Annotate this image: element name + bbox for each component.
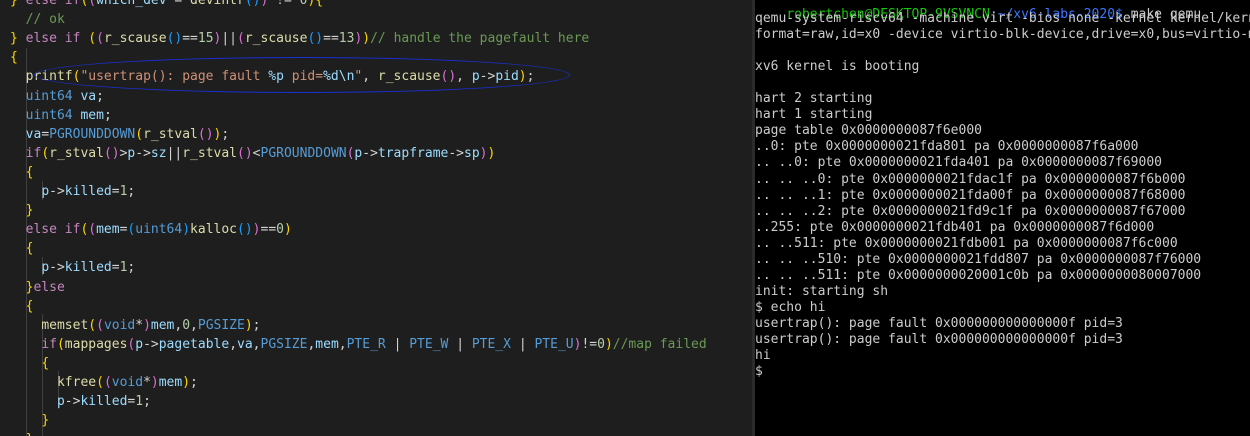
terminal-line: $ bbox=[755, 364, 763, 380]
code-line[interactable]: if(mappages(p->pagetable,va,PGSIZE,mem,P… bbox=[10, 335, 706, 354]
code-line[interactable]: } bbox=[10, 430, 34, 436]
terminal-line: hart 2 starting bbox=[755, 91, 873, 107]
terminal-line: page table 0x0000000087f6e000 bbox=[755, 123, 982, 139]
code-line[interactable]: p->killed=1; bbox=[10, 258, 135, 277]
code-line[interactable]: p->killed=1; bbox=[10, 392, 151, 411]
code-line[interactable]: uint64 va; bbox=[10, 87, 104, 106]
code-editor[interactable]: } else if((which_dev = devintr()) != 0){… bbox=[0, 0, 752, 436]
terminal-pane[interactable]: robertchen@DESKTOP-9VSVNCN:~/xv6-labs-20… bbox=[755, 0, 1250, 436]
code-line[interactable]: { bbox=[10, 163, 34, 182]
code-line[interactable]: va=PGROUNDDOWN(r_stval()); bbox=[10, 125, 230, 144]
code-line[interactable]: }else bbox=[10, 278, 65, 297]
terminal-line: format=raw,id=x0 -device virtio-blk-devi… bbox=[755, 27, 1250, 43]
code-line[interactable]: p->killed=1; bbox=[10, 182, 135, 201]
code-line[interactable]: printf("usertrap(): page fault %p pid=%d… bbox=[10, 67, 535, 86]
code-line[interactable]: { bbox=[10, 354, 49, 373]
terminal-line: xv6 kernel is booting bbox=[755, 59, 920, 75]
terminal-prompt-line: robertchen@DESKTOP-9VSVNCN:~/xv6-labs-20… bbox=[755, 0, 1201, 22]
terminal-line: usertrap(): page fault 0x000000000000000… bbox=[755, 332, 1123, 347]
terminal-line: ..255: pte 0x0000000021fdb401 pa 0x00000… bbox=[755, 219, 1155, 235]
code-line[interactable]: } bbox=[10, 201, 34, 220]
terminal-line: qemu-system-riscv64 -machine virt -bios … bbox=[755, 11, 1250, 26]
code-line[interactable]: memset((void*)mem,0,PGSIZE); bbox=[10, 316, 260, 335]
code-line[interactable]: if(r_stval()>p->sz||r_stval()<PGROUNDDOW… bbox=[10, 144, 496, 163]
terminal-line: .. ..511: pte 0x0000000021fdb001 pa 0x00… bbox=[755, 235, 1178, 251]
code-line[interactable]: kfree((void*)mem); bbox=[10, 373, 198, 392]
code-line[interactable]: // ok bbox=[10, 10, 65, 29]
code-line[interactable]: { bbox=[10, 48, 18, 67]
terminal-line: .. .. ..2: pte 0x0000000021fd9c1f pa 0x0… bbox=[755, 203, 1186, 219]
terminal-line: init: starting sh bbox=[755, 283, 889, 299]
terminal-line: .. .. ..511: pte 0x0000000020001c0b pa 0… bbox=[755, 267, 1202, 283]
code-line[interactable]: } else if((which_dev = devintr()) != 0){ bbox=[10, 0, 323, 10]
terminal-line: hart 1 starting bbox=[755, 107, 873, 123]
terminal-line: .. ..0: pte 0x0000000021fda401 pa 0x0000… bbox=[755, 155, 1162, 171]
terminal-line: .. .. ..510: pte 0x0000000021fdd807 pa 0… bbox=[755, 251, 1202, 267]
terminal-line: $ echo hi bbox=[755, 299, 826, 315]
code-line[interactable]: } bbox=[10, 411, 49, 430]
code-line[interactable]: { bbox=[10, 239, 34, 258]
code-line[interactable]: } else if ((r_scause()==15)||(r_scause()… bbox=[10, 29, 589, 48]
code-line[interactable]: uint64 mem; bbox=[10, 106, 112, 125]
terminal-line: .. .. ..0: pte 0x0000000021fdac1f pa 0x0… bbox=[755, 171, 1186, 187]
terminal-line: .. .. ..1: pte 0x0000000021fda00f pa 0x0… bbox=[755, 187, 1186, 203]
code-line[interactable]: { bbox=[10, 297, 34, 316]
terminal-line: ..0: pte 0x0000000021fda801 pa 0x0000000… bbox=[755, 139, 1139, 155]
terminal-line: usertrap(): page fault 0x000000000000000… bbox=[755, 315, 1123, 331]
terminal-line: hi bbox=[755, 348, 771, 364]
code-line[interactable]: else if((mem=(uint64)kalloc())==0) bbox=[10, 220, 292, 239]
